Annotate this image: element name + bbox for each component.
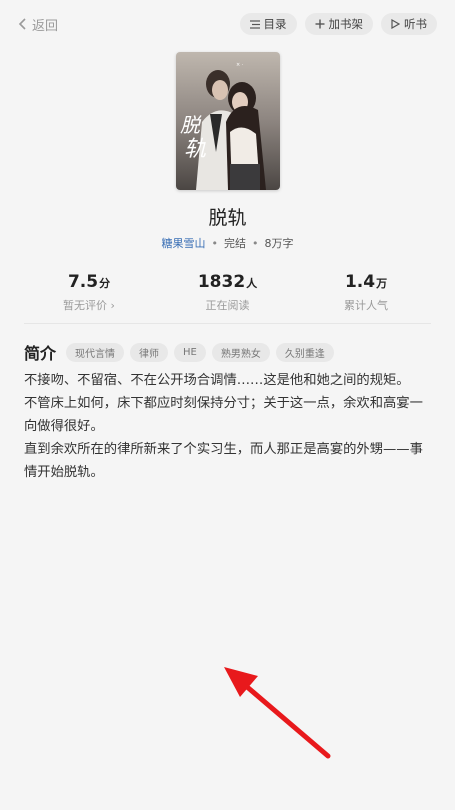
intro-header: 简介 现代言情 律师 HE 熟男熟女 久别重逢 — [24, 340, 340, 364]
toc-button[interactable]: 目录 — [239, 13, 297, 35]
divider — [24, 323, 431, 324]
svg-text:轨: 轨 — [184, 137, 206, 162]
tag-chip[interactable]: HE — [174, 342, 206, 362]
book-word-count: 8万字 — [264, 237, 294, 250]
toc-label: 目录 — [263, 17, 287, 31]
svg-text:× ·: × · — [236, 62, 244, 68]
intro-paragraph: 不管床上如何，床下都应时刻保持分寸；关于这一点，余欢和高宴一向做得很好。 — [24, 396, 423, 434]
tag-chip[interactable]: 现代言情 — [66, 342, 125, 362]
author-link[interactable]: 糖果雪山 — [162, 237, 206, 250]
listen-button[interactable]: 听书 — [381, 13, 437, 35]
separator-dot: • — [211, 237, 219, 250]
back-button[interactable]: 返回 — [18, 14, 58, 34]
intro-text: 不接吻、不留宿、不在公开场合调情……这是他和她之间的规矩。 不管床上如何，床下都… — [24, 369, 434, 484]
tag-chip[interactable]: 熟男熟女 — [211, 342, 270, 362]
rating-label: 暂无评价 › — [63, 299, 115, 312]
readers-value: 1832 — [197, 272, 246, 292]
intro-paragraph: 不接吻、不留宿、不在公开场合调情……这是他和她之间的规矩。 — [24, 373, 410, 388]
list-icon — [249, 19, 260, 29]
add-to-shelf-button[interactable]: 加书架 — [304, 13, 373, 35]
readers-label: 正在阅读 — [205, 299, 250, 312]
back-label: 返回 — [32, 18, 59, 34]
book-detail-page: 返回 目录 加书架 听书 脱 轨 × · 脱轨 糖果雪山 • 完结 • 8万字 … — [0, 0, 455, 810]
separator-dot: • — [252, 237, 259, 250]
book-status: 完结 — [224, 237, 246, 250]
top-actions: 目录 加书架 听书 — [239, 13, 437, 35]
book-cover-image[interactable]: 脱 轨 × · — [176, 52, 280, 190]
plus-icon — [315, 19, 325, 29]
readers-unit: 人 — [246, 277, 258, 290]
chevron-left-icon — [18, 18, 26, 30]
tag-chip[interactable]: 律师 — [130, 342, 169, 362]
tag-chip[interactable]: 久别重逢 — [275, 342, 334, 362]
intro-heading: 简介 — [24, 344, 57, 363]
svg-text:脱: 脱 — [180, 113, 202, 137]
stats-row: 7.5分 暂无评价 › 1832人 正在阅读 1.4万 累计人气 — [24, 272, 431, 313]
book-title: 脱轨 — [208, 207, 247, 229]
intro-paragraph: 直到余欢所在的律所新来了个实习生，而人那正是高宴的外甥——事情开始脱轨。 — [24, 442, 423, 480]
readers-stat: 1832人 正在阅读 — [163, 272, 293, 313]
popularity-value: 1.4 — [344, 272, 376, 292]
popularity-label: 累计人气 — [344, 299, 388, 312]
listen-label: 听书 — [404, 17, 427, 31]
book-meta: 糖果雪山 • 完结 • 8万字 — [0, 235, 455, 251]
rating-unit: 分 — [99, 277, 111, 290]
rating-stat[interactable]: 7.5分 暂无评价 › — [24, 272, 154, 313]
add-to-shelf-label: 加书架 — [328, 17, 364, 31]
popularity-unit: 万 — [376, 277, 388, 290]
popularity-stat: 1.4万 累计人气 — [301, 272, 431, 313]
play-icon — [391, 19, 400, 29]
rating-value: 7.5 — [67, 272, 99, 292]
